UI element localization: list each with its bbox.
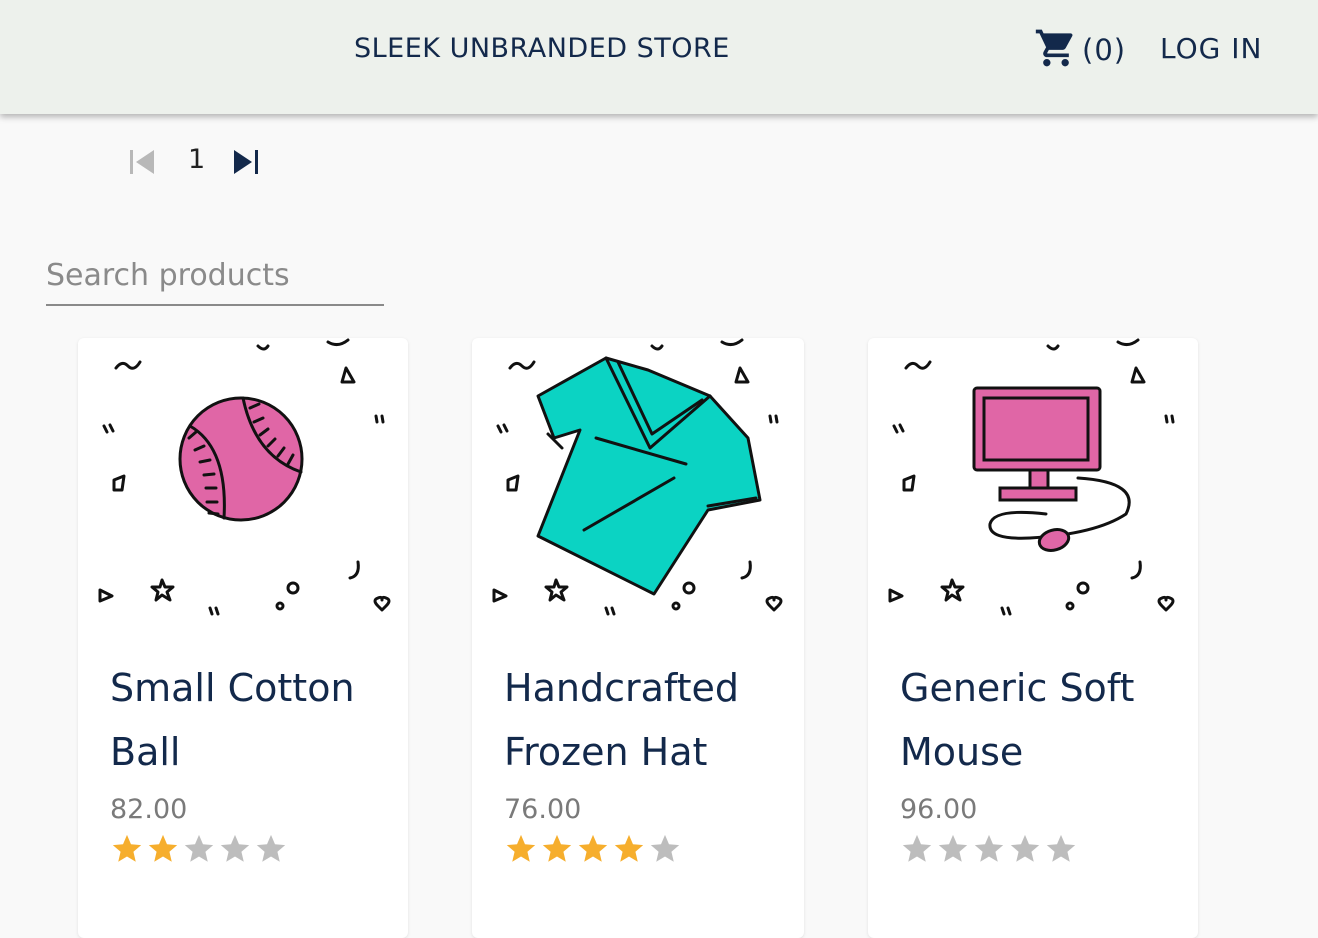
star-filled-icon: [506, 834, 536, 862]
star-empty-icon: [256, 834, 286, 862]
login-button[interactable]: LOG IN: [1160, 32, 1262, 65]
cart-count: (0): [1082, 33, 1127, 67]
store-title[interactable]: SLEEK UNBRANDED STORE: [354, 33, 730, 64]
computer-illustration: [888, 338, 1175, 616]
search-input[interactable]: [46, 250, 384, 300]
star-empty-icon: [974, 834, 1004, 862]
tshirt-illustration: [492, 338, 783, 616]
current-page-number[interactable]: 1: [188, 144, 205, 175]
star-empty-icon: [938, 834, 968, 862]
product-price: 76.00: [504, 794, 582, 825]
last-page-icon[interactable]: [232, 148, 260, 176]
product-card[interactable]: Small Cotton Ball 82.00: [78, 338, 408, 938]
star-empty-icon: [650, 834, 680, 862]
search-field: [46, 250, 384, 306]
product-name[interactable]: Generic Soft Mouse: [900, 656, 1180, 784]
star-rating: [900, 832, 1080, 866]
star-empty-icon: [1046, 834, 1076, 862]
star-filled-icon: [148, 834, 178, 862]
product-name[interactable]: Small Cotton Ball: [110, 656, 390, 784]
star-filled-icon: [578, 834, 608, 862]
star-rating: [504, 832, 684, 866]
star-empty-icon: [220, 834, 250, 862]
star-rating: [110, 832, 290, 866]
star-filled-icon: [614, 834, 644, 862]
star-empty-icon: [184, 834, 214, 862]
product-card[interactable]: Handcrafted Frozen Hat 76.00: [472, 338, 804, 938]
product-card[interactable]: Generic Soft Mouse 96.00: [868, 338, 1198, 938]
first-page-icon: [128, 148, 156, 176]
product-price: 82.00: [110, 794, 188, 825]
star-empty-icon: [902, 834, 932, 862]
star-filled-icon: [112, 834, 142, 862]
product-price: 96.00: [900, 794, 978, 825]
baseball-illustration: [98, 338, 391, 616]
shopping-cart-icon: [1034, 26, 1078, 74]
star-empty-icon: [1010, 834, 1040, 862]
cart-button[interactable]: (0): [1034, 28, 1126, 72]
product-name[interactable]: Handcrafted Frozen Hat: [504, 656, 784, 784]
top-app-bar: SLEEK UNBRANDED STORE (0) LOG IN: [0, 0, 1318, 114]
star-filled-icon: [542, 834, 572, 862]
